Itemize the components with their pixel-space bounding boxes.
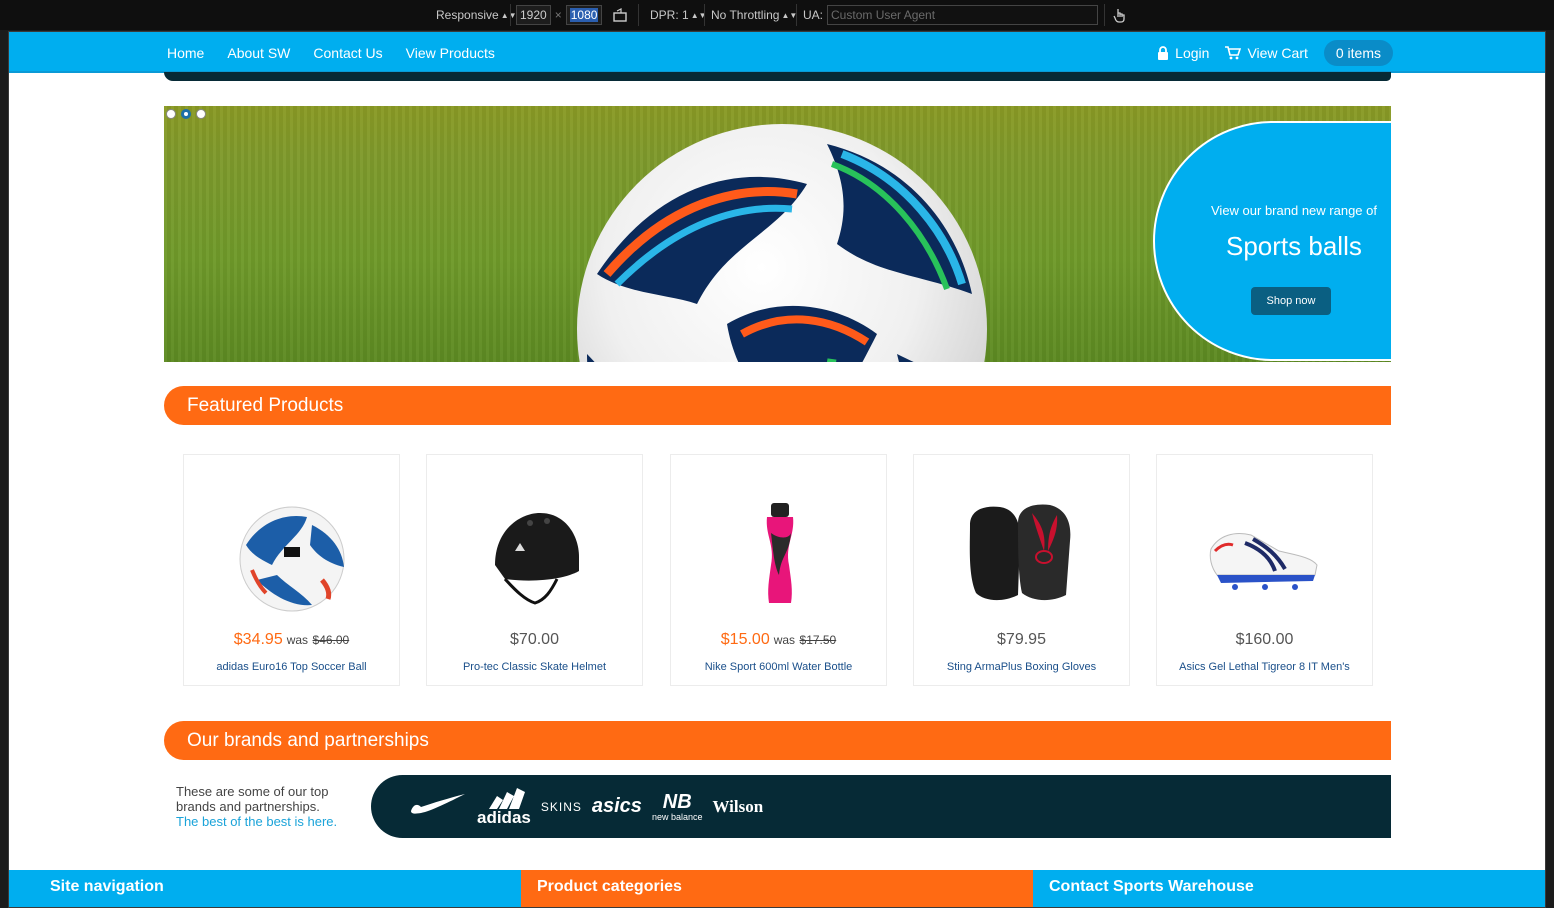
product-name-link[interactable]: Asics Gel Lethal Tigreor 8 IT Men's (1157, 661, 1372, 673)
nike-logo-icon[interactable] (409, 793, 467, 820)
width-input[interactable]: 1920 (516, 5, 551, 25)
footer-site-navigation: Site navigation (9, 870, 521, 907)
product-card[interactable]: $79.95 Sting ArmaPlus Boxing Gloves (913, 454, 1130, 686)
header-strip (164, 72, 1391, 81)
brand-logo-label: Wilson (712, 796, 764, 816)
sale-price: $15.00 (720, 631, 770, 648)
adidas-logo-icon[interactable]: adidas (477, 787, 531, 826)
brand-logo-label: new balance (651, 811, 703, 822)
new-balance-logo-icon[interactable]: NB new balance (652, 792, 703, 822)
boxing-gloves-product-image[interactable] (962, 495, 1082, 615)
footer-contact: Contact Sports Warehouse (1033, 870, 1545, 907)
user-agent-input[interactable]: Custom User Agent (827, 5, 1099, 25)
product-price: $160.00 (1235, 631, 1294, 648)
brand-logo-label: asics (591, 795, 642, 817)
was-label: was (286, 633, 309, 647)
device-label: Responsive (436, 8, 499, 22)
ua-label: UA: (803, 8, 824, 22)
original-price: $46.00 (312, 633, 350, 647)
brands-text: These are some of our top brands and par… (176, 784, 329, 814)
helmet-product-image[interactable] (475, 495, 595, 615)
sale-price: $34.95 (233, 631, 283, 648)
hero-subtitle: View our brand new range of (1211, 203, 1377, 218)
devtools-toolbar: Responsive ▲▼ 1920 × 1080 DPR: 1 ▲▼ No Thr… (0, 0, 1554, 30)
lock-icon (1158, 45, 1169, 60)
product-price: $70.00 (510, 631, 559, 648)
brands-link[interactable]: The best of the best is here. (176, 814, 337, 829)
shop-now-button[interactable]: Shop now (1251, 287, 1331, 315)
footer-product-categories: Product categories (521, 870, 1033, 907)
throttling-label: No Throttling (711, 8, 780, 22)
carousel-dot[interactable] (196, 109, 206, 119)
times-symbol: × (554, 8, 562, 22)
height-input[interactable]: 1080 (565, 5, 603, 25)
product-name-link[interactable]: Pro-tec Classic Skate Helmet (427, 661, 642, 673)
carousel-dot[interactable] (166, 109, 176, 119)
brand-logos-bar: adidas SKINS asics NB new balance Wilson (371, 775, 1391, 838)
carousel-indicators (166, 109, 211, 119)
football-boot-product-image[interactable] (1205, 495, 1325, 615)
divider (796, 4, 797, 26)
product-price-row: $79.95 (914, 631, 1129, 649)
select-arrows-icon: ▲▼ (500, 10, 517, 20)
nav-contact[interactable]: Contact Us (313, 45, 382, 61)
touch-icon[interactable] (1113, 0, 1127, 30)
cart-icon (1225, 45, 1242, 59)
brands-heading: Our brands and partnerships (164, 721, 1391, 760)
product-grid: $34.95 was $46.00 adidas Euro16 Top Socce… (183, 454, 1373, 686)
hero-carousel[interactable]: View our brand new range of Sports balls… (164, 106, 1391, 362)
divider (1104, 4, 1105, 26)
carousel-dot-active[interactable] (181, 109, 191, 119)
nav-about[interactable]: About SW (227, 45, 290, 61)
device-viewport: Home About SW Contact Us View Products L… (8, 31, 1546, 908)
nav-home[interactable]: Home (167, 45, 204, 61)
login-label: Login (1175, 44, 1210, 61)
divider (704, 4, 705, 26)
brand-logo-label: adidas (477, 808, 531, 827)
nav-view-products[interactable]: View Products (406, 45, 495, 61)
divider (510, 4, 511, 26)
brand-logo-label: SKINS (540, 799, 582, 814)
water-bottle-product-image[interactable] (719, 495, 839, 615)
product-card[interactable]: $70.00 Pro-tec Classic Skate Helmet (426, 454, 643, 686)
product-name-link[interactable]: Nike Sport 600ml Water Bottle (671, 661, 886, 673)
product-price: $79.95 (997, 631, 1046, 648)
device-select[interactable]: Responsive ▲▼ (436, 0, 517, 30)
product-price-row: $70.00 (427, 631, 642, 649)
hero-promo-panel: View our brand new range of Sports balls… (1153, 121, 1391, 361)
rotate-icon[interactable] (612, 0, 628, 30)
view-cart-label: View Cart (1247, 44, 1308, 61)
throttling-select[interactable]: No Throttling ▲▼ (711, 0, 797, 30)
original-price: $17.50 (799, 633, 837, 647)
cart-count-badge[interactable]: 0 items (1323, 39, 1393, 66)
login-link[interactable]: Login (1157, 45, 1209, 61)
wilson-logo-icon[interactable]: Wilson (712, 797, 763, 817)
skins-logo-icon[interactable]: SKINS (541, 800, 582, 814)
divider (638, 4, 639, 26)
dpr-label: DPR: 1 (650, 8, 689, 22)
product-card[interactable]: $160.00 Asics Gel Lethal Tigreor 8 IT Me… (1156, 454, 1373, 686)
product-name-link[interactable]: Sting ArmaPlus Boxing Gloves (914, 661, 1129, 673)
soccer-ball-product-image[interactable] (232, 495, 352, 615)
product-price-row: $160.00 (1157, 631, 1372, 649)
site-navbar: Home About SW Contact Us View Products L… (9, 32, 1545, 73)
brands-description: These are some of our top brands and par… (176, 784, 361, 829)
hero-title: Sports balls (1226, 231, 1362, 261)
product-price-row: $34.95 was $46.00 (184, 631, 399, 649)
asics-logo-icon[interactable]: asics (592, 795, 642, 818)
was-label: was (773, 633, 796, 647)
product-name-link[interactable]: adidas Euro16 Top Soccer Ball (184, 661, 399, 673)
select-arrows-icon: ▲▼ (781, 10, 798, 20)
featured-products-heading: Featured Products (164, 386, 1391, 425)
dpr-select[interactable]: DPR: 1 ▲▼ (650, 0, 707, 30)
product-price-row: $15.00 was $17.50 (671, 631, 886, 649)
view-cart-link[interactable]: View Cart (1225, 44, 1308, 61)
product-card[interactable]: $15.00 was $17.50 Nike Sport 600ml Water … (670, 454, 887, 686)
product-card[interactable]: $34.95 was $46.00 adidas Euro16 Top Socce… (183, 454, 400, 686)
height-value: 1080 (569, 8, 599, 22)
